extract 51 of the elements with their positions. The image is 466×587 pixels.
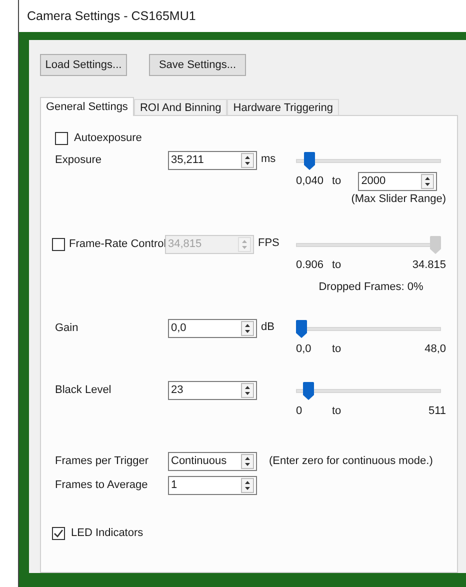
note-text: Dropped Frames: 0% (318, 280, 424, 295)
spin-box[interactable]: 2000 (358, 172, 438, 191)
slider-thumb[interactable] (302, 382, 314, 400)
range-to: to (332, 404, 342, 420)
slider-thumb[interactable] (304, 152, 316, 170)
spin-box[interactable]: 23 (168, 381, 257, 400)
range-min: 0 (296, 404, 304, 420)
range-to: to (332, 342, 342, 358)
tab[interactable]: ROI And Binning (134, 99, 228, 116)
slider[interactable] (296, 152, 441, 170)
window-title: Camera Settings - CS165MU1 (27, 8, 196, 25)
tab[interactable]: Hardware Triggering (227, 99, 339, 116)
slider[interactable] (296, 382, 441, 400)
spin-box[interactable]: Continuous (168, 452, 257, 471)
save-settings-button[interactable]: Save Settings... (149, 54, 246, 76)
spin-arrows-icon[interactable] (241, 321, 254, 336)
hint-text: (Enter zero for continuous mode.) (269, 454, 433, 470)
range-max: 48,0 (424, 342, 446, 358)
checkbox[interactable] (55, 132, 68, 144)
setting-label: Black Level (55, 383, 112, 398)
checkbox-label: Autoexposure (74, 130, 142, 146)
range-max: 34.815 (412, 258, 446, 274)
range-max: 511 (428, 404, 446, 420)
spin-arrows-icon[interactable] (241, 478, 254, 493)
load-settings-button[interactable]: Load Settings... (40, 54, 127, 76)
unit-label: dB (261, 320, 274, 335)
spin-box[interactable]: 35,211 (168, 151, 257, 170)
range-to: to (332, 258, 342, 274)
slider-thumb[interactable] (296, 320, 307, 338)
note-text: (Max Slider Range) (350, 192, 446, 207)
setting-label: Gain (55, 321, 78, 336)
tab[interactable]: General Settings (40, 97, 134, 116)
spin-arrows-icon[interactable] (421, 174, 434, 189)
setting-label: Frames per Trigger (55, 454, 150, 470)
range-min: 0,040 (296, 174, 325, 190)
checkbox[interactable] (52, 526, 65, 540)
spin-arrows-icon[interactable] (241, 153, 254, 168)
setting-label: Frames to Average (55, 478, 149, 494)
checkbox-label: LED Indicators (71, 526, 144, 541)
slider[interactable] (296, 236, 441, 254)
spin-arrows-icon[interactable] (241, 383, 254, 398)
range-min: 0.906 (296, 258, 325, 274)
range-to: to (332, 174, 342, 190)
unit-label: FPS (258, 236, 280, 251)
slider[interactable] (296, 320, 441, 338)
unit-label: ms (261, 152, 276, 167)
spin-arrows-icon[interactable] (241, 454, 254, 469)
spin-box[interactable]: 1 (168, 476, 257, 495)
range-min: 0,0 (296, 342, 312, 358)
setting-label: Exposure (55, 153, 102, 168)
spin-box[interactable]: 0,0 (168, 319, 257, 338)
